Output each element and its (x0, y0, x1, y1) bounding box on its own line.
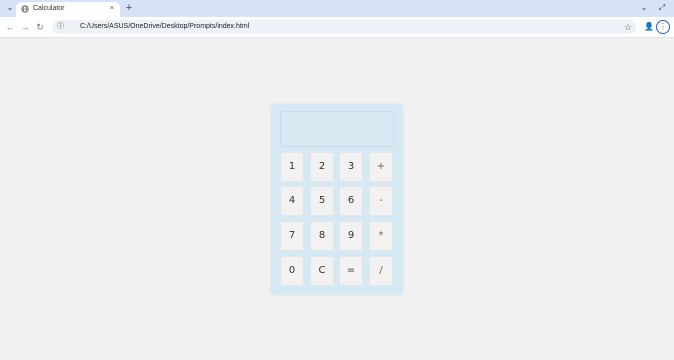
reload-icon[interactable]: ↻ (34, 21, 46, 33)
tab-title: Calculator (33, 5, 65, 12)
address-bar[interactable]: ⓘ C:/Users/ASUS/OneDrive/Desktop/Prompts… (52, 20, 636, 34)
browser-menu-icon[interactable]: ⋮ (656, 20, 670, 34)
key-equals[interactable]: = (339, 256, 363, 286)
key-2[interactable]: 2 (310, 152, 334, 182)
calculator: 1 2 3 + 4 5 6 - 7 8 9 * 0 C = / (271, 104, 403, 295)
calculator-display (280, 111, 394, 147)
key-multiply[interactable]: * (369, 221, 393, 251)
tab-search-chevron-icon[interactable]: ⌄ (4, 2, 16, 14)
site-info-icon[interactable]: ⓘ (57, 22, 64, 32)
key-plus[interactable]: + (369, 152, 393, 182)
tab-strip: ⌄ Calculator × + ⌄ ⤢ (0, 0, 674, 17)
profile-icon[interactable]: 👤 (644, 22, 654, 32)
key-6[interactable]: 6 (339, 186, 363, 216)
url-text[interactable]: C:/Users/ASUS/OneDrive/Desktop/Prompts/i… (80, 22, 249, 32)
key-3[interactable]: 3 (339, 152, 363, 182)
minimize-icon[interactable]: ⌄ (638, 2, 650, 14)
tab-close-icon[interactable]: × (110, 4, 114, 14)
key-7[interactable]: 7 (280, 221, 304, 251)
bookmark-star-icon[interactable]: ☆ (624, 21, 632, 33)
new-tab-button[interactable]: + (123, 2, 135, 14)
key-minus[interactable]: - (369, 186, 393, 216)
key-9[interactable]: 9 (339, 221, 363, 251)
restore-icon[interactable]: ⤢ (656, 2, 668, 14)
key-1[interactable]: 1 (280, 152, 304, 182)
key-clear[interactable]: C (310, 256, 334, 286)
globe-icon (21, 5, 29, 13)
tab-calculator[interactable]: Calculator × (16, 2, 120, 17)
browser-toolbar: ← → ↻ ⓘ C:/Users/ASUS/OneDrive/Desktop/P… (0, 17, 674, 38)
key-5[interactable]: 5 (310, 186, 334, 216)
key-8[interactable]: 8 (310, 221, 334, 251)
forward-icon[interactable]: → (19, 21, 31, 33)
back-icon[interactable]: ← (4, 21, 16, 33)
key-4[interactable]: 4 (280, 186, 304, 216)
key-0[interactable]: 0 (280, 256, 304, 286)
key-divide[interactable]: / (369, 256, 393, 286)
calculator-keypad: 1 2 3 + 4 5 6 - 7 8 9 * 0 C = / (279, 152, 397, 288)
